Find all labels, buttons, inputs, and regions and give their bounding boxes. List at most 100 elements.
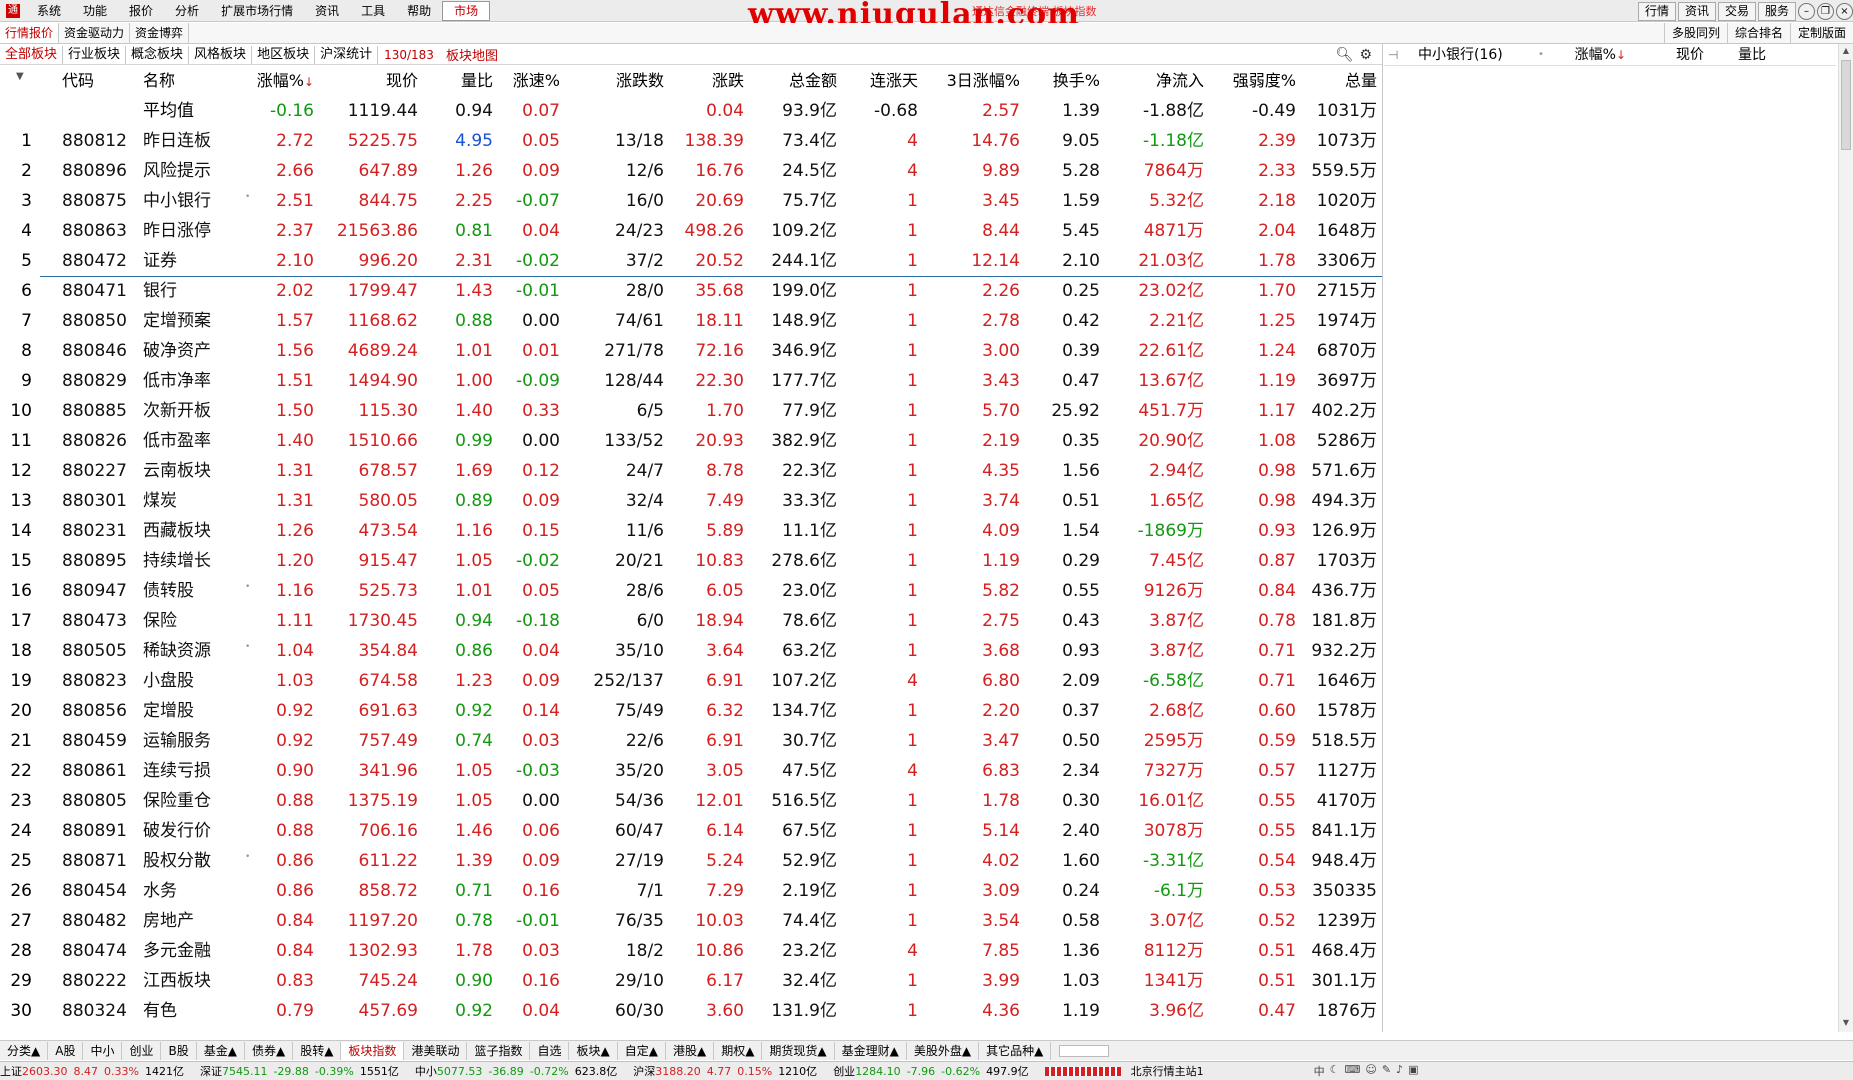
zoom-icon[interactable]: 🔍︎ bbox=[1336, 47, 1354, 63]
table-row[interactable]: 17 880473 保险 1.11 1730.45 0.94 -0.18 6/0 18.94 78… bbox=[0, 606, 1382, 636]
bottom-tab[interactable]: 期货现货▲ bbox=[762, 1041, 835, 1060]
tab-concept-sectors[interactable]: 概念板块 bbox=[126, 45, 190, 64]
col-3day-change[interactable]: 3日涨幅% bbox=[947, 66, 1020, 96]
table-row[interactable]: 30 880324 有色 0.79 457.69 0.92 0.04 60/30 3.60 131… bbox=[0, 996, 1382, 1026]
table-row[interactable]: 10 880885 次新开板 1.50 115.30 1.40 0.33 6/5 1.70 77.… bbox=[0, 396, 1382, 426]
menu-analysis[interactable]: 分析 bbox=[164, 0, 210, 22]
bottom-tab[interactable]: A股 bbox=[48, 1041, 84, 1060]
service-button[interactable]: 服务 bbox=[1757, 1, 1796, 21]
table-row[interactable]: 23 880805 保险重仓 0.88 1375.19 1.05 0.00 54/36 12.0… bbox=[0, 786, 1382, 816]
col-amount[interactable]: 总金额 bbox=[789, 66, 837, 96]
bell-icon[interactable]: ♪ bbox=[1396, 1063, 1403, 1079]
col-up-down-count[interactable]: 涨跌数 bbox=[616, 66, 664, 96]
quote-button[interactable]: 行情 bbox=[1637, 1, 1676, 21]
col-price[interactable]: 现价 bbox=[386, 66, 418, 96]
bottom-tab[interactable]: B股 bbox=[161, 1041, 197, 1060]
table-row[interactable]: 4 880863 昨日涨停 2.37 21563.86 0.81 0.04 24/23 498.… bbox=[0, 216, 1382, 246]
col-name[interactable]: 名称 bbox=[143, 66, 175, 96]
bottom-tab[interactable]: 自定▲ bbox=[618, 1041, 666, 1060]
index-quote[interactable]: 中小5077.53 -36.89 -0.72% 623.8亿 bbox=[415, 1063, 623, 1079]
bottom-tab[interactable]: 板块指数 bbox=[341, 1041, 405, 1060]
index-quote[interactable]: 沪深3188.20 4.77 0.15% 1210亿 bbox=[633, 1063, 823, 1079]
tab-multi-stock[interactable]: 多股同列 bbox=[1663, 23, 1727, 43]
tab-fund-drive[interactable]: 资金驱动力 bbox=[59, 23, 131, 43]
keyboard-icon[interactable]: ⌨ bbox=[1344, 1063, 1360, 1079]
table-row[interactable]: 14 880231 西藏板块 1.26 473.54 1.16 0.15 11/6 5.89 11… bbox=[0, 516, 1382, 546]
scroll-up-icon[interactable]: ▲ bbox=[1841, 46, 1851, 58]
user-icon[interactable]: ☺ bbox=[1365, 1063, 1376, 1079]
col-code[interactable]: 代码 bbox=[62, 66, 94, 96]
table-row[interactable]: 15 880895 持续增长 1.20 915.47 1.05 -0.02 20/21 10.8… bbox=[0, 546, 1382, 576]
tab-custom-layout[interactable]: 定制版面 bbox=[1789, 23, 1853, 43]
bottom-tab[interactable]: 股转▲ bbox=[293, 1041, 342, 1060]
menu-market[interactable]: 市场 bbox=[442, 0, 491, 21]
vertical-scrollbar[interactable]: ▲ ▼ bbox=[1838, 44, 1853, 1032]
bottom-tab[interactable]: 自选 bbox=[530, 1041, 570, 1060]
table-row[interactable]: 8 880846 破净资产 1.56 4689.24 1.01 0.01 271/78 72.1… bbox=[0, 336, 1382, 366]
table-row[interactable]: 26 880454 水务 0.86 858.72 0.71 0.16 7/1 7.29 2.19亿… bbox=[0, 876, 1382, 906]
menu-extended-market[interactable]: 扩展市场行情 bbox=[210, 0, 304, 22]
pane-divider[interactable] bbox=[1382, 44, 1383, 1032]
restore-icon[interactable]: ❐ bbox=[1817, 2, 1834, 20]
table-row[interactable]: 18 880505 稀缺资源 1.04 354.84 0.86 0.04 35/10 3.64 6… bbox=[0, 636, 1382, 666]
tab-ranking[interactable]: 综合排名 bbox=[1726, 23, 1790, 43]
table-row[interactable]: 28 880474 多元金融 0.84 1302.93 1.78 0.03 18/2 10.86… bbox=[0, 936, 1382, 966]
col-change-pct[interactable]: 涨幅%↓ bbox=[257, 66, 314, 97]
scroll-thumb[interactable] bbox=[1841, 60, 1851, 150]
bottom-tab[interactable]: 港股▲ bbox=[666, 1041, 715, 1060]
col-turnover[interactable]: 换手% bbox=[1053, 66, 1100, 96]
table-row[interactable]: 13 880301 煤炭 1.31 580.05 0.89 0.09 32/4 7.49 33.3… bbox=[0, 486, 1382, 516]
menu-quote[interactable]: 报价 bbox=[118, 0, 164, 22]
table-row[interactable]: 21 880459 运输服务 0.92 757.49 0.74 0.03 22/6 6.91 30… bbox=[0, 726, 1382, 756]
menu-tools[interactable]: 工具 bbox=[350, 0, 396, 22]
tab-market-stats[interactable]: 沪深统计 bbox=[315, 45, 379, 64]
news-button[interactable]: 资讯 bbox=[1677, 1, 1716, 21]
col-volume-ratio[interactable]: 量比 bbox=[461, 66, 493, 96]
tab-fund-game[interactable]: 资金博弈 bbox=[130, 23, 190, 43]
scroll-down-icon[interactable]: ▼ bbox=[1841, 1018, 1851, 1030]
average-row[interactable]: 平均值 -0.16 1119.44 0.94 0.07 0.04 93.9亿 -… bbox=[0, 96, 1382, 126]
trade-button[interactable]: 交易 bbox=[1717, 1, 1756, 21]
table-row[interactable]: 7 880850 定增预案 1.57 1168.62 0.88 0.00 74/61 18.11… bbox=[0, 306, 1382, 336]
column-menu-icon[interactable]: ▼ bbox=[16, 62, 24, 92]
table-row[interactable]: 22 880861 连续亏损 0.90 341.96 1.05 -0.03 35/20 3.05… bbox=[0, 756, 1382, 786]
table-row[interactable]: 24 880891 破发行价 0.88 706.16 1.46 0.06 60/47 6.14 6… bbox=[0, 816, 1382, 846]
rcol-volume-ratio[interactable]: 量比 bbox=[1738, 44, 1766, 66]
bottom-tab[interactable]: 基金▲ bbox=[197, 1041, 245, 1060]
rcol-price[interactable]: 现价 bbox=[1676, 44, 1704, 66]
gear-icon[interactable]: ⚙ bbox=[1359, 47, 1372, 63]
tab-style-sectors[interactable]: 风格板块 bbox=[189, 45, 253, 64]
bottom-tab[interactable]: 创业 bbox=[122, 1041, 162, 1060]
col-strength[interactable]: 强弱度% bbox=[1233, 66, 1296, 96]
table-row[interactable]: 19 880823 小盘股 1.03 674.58 1.23 0.09 252/137 6.91… bbox=[0, 666, 1382, 696]
bottom-tab[interactable]: 分类▲ bbox=[0, 1041, 49, 1060]
bottom-tab[interactable]: 期权▲ bbox=[714, 1041, 763, 1060]
wrench-icon[interactable]: ✎ bbox=[1382, 1063, 1391, 1079]
table-row[interactable]: 27 880482 房地产 0.84 1197.20 0.78 -0.01 76/35 10.0… bbox=[0, 906, 1382, 936]
horizontal-scrollbar[interactable] bbox=[1059, 1044, 1110, 1057]
tab-industry-sectors[interactable]: 行业板块 bbox=[63, 45, 127, 64]
table-row[interactable]: 6 880471 银行 2.02 1799.47 1.43 -0.01 28/0 35.68 19… bbox=[0, 276, 1382, 306]
bottom-tab[interactable]: 基金理财▲ bbox=[835, 1041, 907, 1060]
bottom-tab[interactable]: 其它品种▲ bbox=[979, 1041, 1052, 1060]
menu-news[interactable]: 资讯 bbox=[304, 0, 350, 22]
bottom-tab[interactable]: 板块▲ bbox=[569, 1041, 618, 1060]
bottom-tab[interactable]: 美股外盘▲ bbox=[907, 1041, 980, 1060]
table-row[interactable]: 11 880826 低市盈率 1.40 1510.66 0.99 0.00 133/52 20.… bbox=[0, 426, 1382, 456]
table-row[interactable]: 2 880896 风险提示 2.66 647.89 1.26 0.09 12/6 16.76 24… bbox=[0, 156, 1382, 186]
table-row[interactable]: 16 880947 债转股 1.16 525.73 1.01 0.05 28/6 6.05 23.… bbox=[0, 576, 1382, 606]
table-row[interactable]: 9 880829 低市净率 1.51 1494.90 1.00 -0.09 128/44 22.… bbox=[0, 366, 1382, 396]
col-total-volume[interactable]: 总量 bbox=[1345, 66, 1377, 96]
moon-icon[interactable]: ☾ bbox=[1330, 1063, 1340, 1079]
close-icon[interactable]: × bbox=[1836, 2, 1853, 20]
col-speed[interactable]: 涨速% bbox=[513, 66, 560, 96]
index-quote[interactable]: 上证2603.30 8.47 0.33% 1421亿 bbox=[0, 1063, 190, 1079]
table-row[interactable]: 29 880222 江西板块 0.83 745.24 0.90 0.16 29/10 6.17 3… bbox=[0, 966, 1382, 996]
index-quote[interactable]: 深证7545.11 -29.88 -0.39% 1551亿 bbox=[200, 1063, 405, 1079]
lock-icon[interactable]: ▣ bbox=[1408, 1063, 1418, 1079]
table-row[interactable]: 3 880875 中小银行 2.51 844.75 2.25 -0.07 16/0 20.69 7… bbox=[0, 186, 1382, 216]
tab-region-sectors[interactable]: 地区板块 bbox=[252, 45, 316, 64]
sector-map-link[interactable]: 板块地图 bbox=[440, 45, 504, 64]
col-rising-days[interactable]: 连涨天 bbox=[870, 66, 918, 96]
server-station[interactable]: 北京行情主站1 bbox=[1131, 1063, 1204, 1079]
